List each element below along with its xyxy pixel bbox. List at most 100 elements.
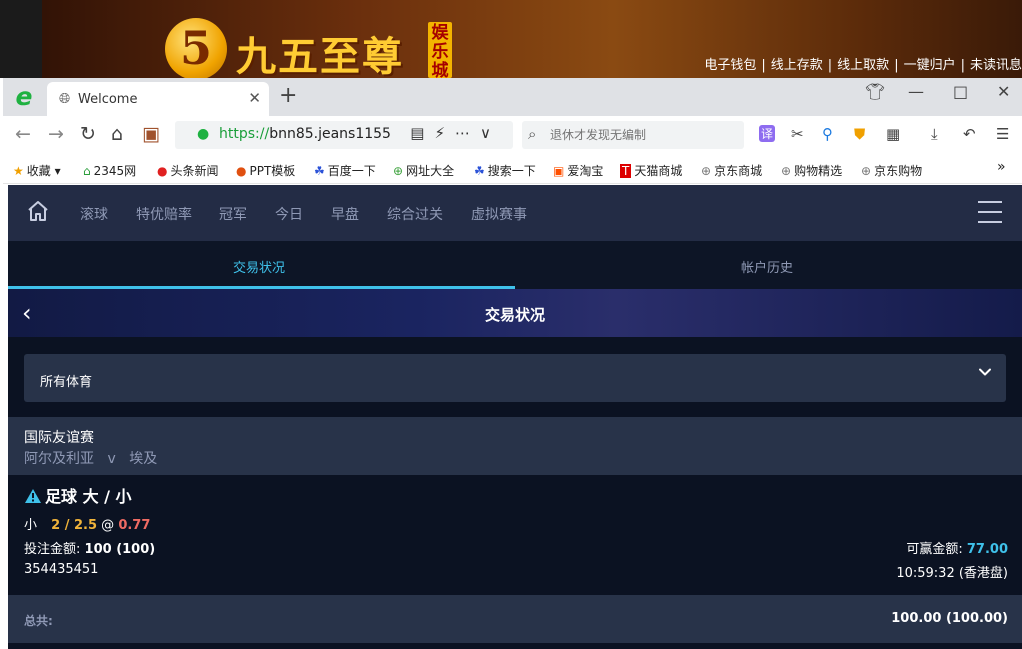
bookmark-ppt[interactable]: ● PPT模板 bbox=[236, 162, 295, 179]
chevron-down-icon[interactable]: ∨ bbox=[480, 124, 501, 142]
briefcase-icon[interactable]: ▣ bbox=[142, 123, 160, 145]
banner-left-edge bbox=[0, 0, 42, 78]
nav-best-odds[interactable]: 特优赔率 bbox=[136, 204, 192, 224]
bookmark-label: PPT模板 bbox=[249, 164, 296, 178]
link-messages[interactable]: 未读讯息 bbox=[970, 54, 1022, 73]
bookmark-label: 京东购物 bbox=[874, 164, 923, 178]
bookmark-shopping[interactable]: ⊕ 购物精选 bbox=[781, 162, 842, 179]
close-window-icon[interactable]: ✕ bbox=[997, 82, 1010, 101]
menu-icon[interactable]: ☰ bbox=[996, 125, 1009, 143]
link-deposit[interactable]: 线上存款 bbox=[771, 54, 823, 73]
shirt-icon[interactable]: 👕︎ bbox=[865, 82, 885, 101]
lock-icon: ● bbox=[197, 126, 210, 142]
bookmark-tmall[interactable]: T 天猫商城 bbox=[620, 162, 682, 179]
bookmark-label: 2345网 bbox=[93, 164, 137, 178]
bookmark-jd-shop[interactable]: ⊕ 京东购物 bbox=[861, 162, 922, 179]
bet-ticket: 足球 大 / 小 小 2 / 2.5 @ 0.77 投注金额: 100 (100… bbox=[8, 475, 1022, 595]
download-icon[interactable]: ⤓ bbox=[931, 125, 938, 143]
url-tools: ▤⚡︎⋯∨ bbox=[410, 124, 501, 142]
toutiao-icon: ● bbox=[157, 164, 168, 178]
away-team: 埃及 bbox=[129, 451, 158, 467]
close-tab-icon[interactable]: ✕ bbox=[248, 89, 261, 107]
bookmark-2345[interactable]: ⌂ 2345网 bbox=[83, 162, 136, 179]
reload-icon[interactable]: ↻ bbox=[80, 123, 96, 145]
tab-welcome[interactable]: 🌐︎ Welcome ✕ bbox=[47, 82, 269, 116]
tab-account-history[interactable]: 帐户历史 bbox=[741, 257, 793, 276]
search-input[interactable] bbox=[550, 125, 735, 145]
brand-logo-text: 九五至尊 bbox=[236, 33, 404, 80]
bookmark-favorites[interactable]: ★ 收藏 ▾ bbox=[13, 162, 61, 179]
league-header: 国际友谊赛 阿尔及利亚 v 埃及 bbox=[8, 417, 1022, 475]
globe-icon: ⊕ bbox=[701, 164, 712, 178]
undo-icon[interactable]: ↶ bbox=[963, 125, 976, 143]
bookmark-search[interactable]: ☘ 搜索一下 bbox=[474, 162, 536, 179]
link-consolidate[interactable]: 一键归户 bbox=[904, 54, 956, 73]
separator: | bbox=[827, 58, 833, 73]
minimize-icon[interactable]: — bbox=[908, 82, 924, 101]
bookmark-label: 收藏 bbox=[26, 164, 51, 178]
bet-timestamp: 10:59:32 (香港盘) bbox=[896, 566, 1008, 581]
versus-label: v bbox=[107, 451, 116, 467]
bookmark-label: 购物精选 bbox=[794, 164, 843, 178]
translate-icon[interactable]: ▤ bbox=[410, 124, 434, 142]
nav-virtual[interactable]: 虚拟赛事 bbox=[471, 204, 527, 224]
new-tab-icon[interactable]: + bbox=[279, 83, 297, 108]
maximize-icon[interactable]: □ bbox=[953, 82, 968, 101]
home-team: 阿尔及利亚 bbox=[24, 451, 94, 467]
bet-selection: 小 2 / 2.5 @ 0.77 bbox=[24, 514, 150, 533]
bookmark-baidu[interactable]: ☘ 百度一下 bbox=[314, 162, 376, 179]
back-icon[interactable]: ← bbox=[15, 123, 31, 145]
globe-icon: 🌐︎ bbox=[59, 91, 71, 107]
lightning-icon[interactable]: ⚡︎ bbox=[434, 124, 455, 142]
2345-icon: ⌂ bbox=[83, 164, 91, 178]
page-title: 交易状况 bbox=[484, 306, 545, 324]
bookmarks-bar: ★ 收藏 ▾ ⌂ 2345网 ● 头条新闻 ● PPT模板 ☘ 百度一下 ⊕ 网址大全 ☘ 搜… bbox=[3, 156, 1022, 184]
hamburger-menu-icon[interactable] bbox=[978, 201, 1002, 223]
page-content: 滚球 特优赔率 冠军 今日 早盘 综合过关 虚拟赛事 交易状况 帐户历史 ‹ 交… bbox=[8, 185, 1022, 649]
bookmark-label: 头条新闻 bbox=[170, 164, 219, 178]
brand-logo-icon: 5 bbox=[165, 18, 227, 80]
magnifier-ext-icon[interactable]: ⚲ bbox=[822, 125, 833, 143]
nav-inplay[interactable]: 滚球 bbox=[80, 204, 108, 224]
taobao-icon: ▣ bbox=[553, 164, 565, 178]
ppt-icon: ● bbox=[236, 164, 247, 178]
bookmark-taobao[interactable]: ▣ 爱淘宝 bbox=[553, 162, 603, 179]
nav-parlay[interactable]: 综合过关 bbox=[387, 204, 443, 224]
stake-row: 投注金额: 100 (100) bbox=[24, 538, 155, 557]
link-wallet[interactable]: 电子钱包 bbox=[704, 54, 756, 73]
search-field[interactable]: ⌕ bbox=[522, 121, 744, 149]
bookmark-hao[interactable]: ⊕ 网址大全 bbox=[393, 162, 454, 179]
banner-links: 电子钱包 | 线上存款 | 线上取款 | 一键归户 | 未读讯息 bbox=[704, 54, 1022, 73]
globe-icon: ⊕ bbox=[861, 164, 872, 178]
scissors-icon[interactable]: ✂︎ bbox=[791, 125, 804, 143]
nav-today[interactable]: 今日 bbox=[275, 204, 303, 224]
bet-title: 足球 大 / 小 bbox=[24, 483, 132, 507]
bookmark-label: 京东商城 bbox=[714, 164, 763, 178]
url-field[interactable]: ● https://bnn85.jeans1155 ▤⚡︎⋯∨ bbox=[175, 121, 513, 149]
more-bookmarks-icon[interactable]: » bbox=[997, 159, 1006, 175]
page-header: ‹ 交易状况 bbox=[8, 289, 1022, 337]
home-icon[interactable] bbox=[26, 199, 50, 223]
address-toolbar: ← → ↻ ⌂ ▣ ● https://bnn85.jeans1155 ▤⚡︎⋯… bbox=[3, 116, 1022, 156]
search-icon: ⌕ bbox=[528, 125, 537, 143]
link-withdraw[interactable]: 线上取款 bbox=[837, 54, 889, 73]
bookmark-jd[interactable]: ⊕ 京东商城 bbox=[701, 162, 762, 179]
more-icon[interactable]: ⋯ bbox=[455, 124, 480, 142]
sport-filter-select[interactable]: 所有体育 bbox=[24, 354, 1006, 402]
forward-icon[interactable]: → bbox=[48, 123, 64, 145]
league-name: 国际友谊赛 bbox=[24, 430, 94, 446]
nav-early[interactable]: 早盘 bbox=[331, 204, 359, 224]
match-teams: 阿尔及利亚 v 埃及 bbox=[24, 448, 157, 468]
apps-grid-icon[interactable]: ▦ bbox=[886, 125, 900, 143]
chevron-down-icon bbox=[979, 368, 991, 376]
home-icon[interactable]: ⌂ bbox=[111, 123, 123, 145]
stake-value: 100 (100) bbox=[84, 542, 156, 557]
bookmark-label: 天猫商城 bbox=[634, 164, 683, 178]
nav-outright[interactable]: 冠军 bbox=[219, 204, 247, 224]
bookmark-toutiao[interactable]: ● 头条新闻 bbox=[157, 162, 219, 179]
shield-icon[interactable]: ⛊ bbox=[854, 125, 865, 143]
tab-bet-status[interactable]: 交易状况 bbox=[233, 257, 285, 276]
warning-icon bbox=[25, 489, 41, 503]
translate-ext-icon[interactable]: 译 bbox=[759, 125, 776, 142]
url-host: bnn85.jeans1155 bbox=[269, 126, 391, 142]
